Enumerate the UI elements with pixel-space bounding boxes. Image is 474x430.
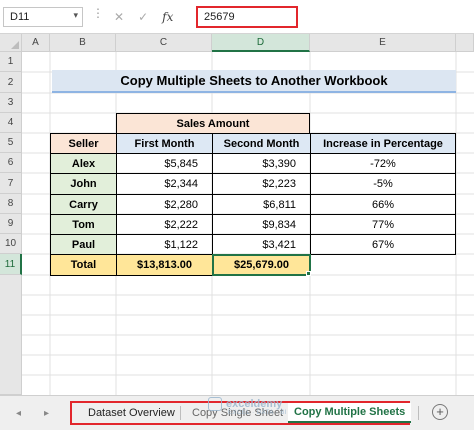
sheet-tab-bar: ◂ ▸ Dataset Overview Copy Single Sheet C… [0, 395, 474, 430]
row-header-5[interactable]: 5 [0, 133, 22, 153]
tab-copy-single-sheet[interactable]: Copy Single Sheet [186, 403, 289, 423]
cell-total-second-month[interactable]: $25,679.00 [212, 254, 311, 276]
column-header-d[interactable]: D [212, 34, 310, 52]
cell-increase[interactable]: 67% [310, 234, 456, 255]
cell-second-month[interactable]: $3,390 [212, 153, 311, 174]
fill-handle[interactable] [306, 271, 311, 276]
cell-increase[interactable]: -72% [310, 153, 456, 174]
row-header-8[interactable]: 8 [0, 194, 22, 214]
row-header-2[interactable]: 2 [0, 72, 22, 93]
cell-seller[interactable]: Paul [50, 234, 117, 255]
column-header-a[interactable]: A [22, 34, 50, 52]
cell-first-month[interactable]: $2,280 [116, 194, 213, 215]
cell-first-month[interactable]: $1,122 [116, 234, 213, 255]
cell-total-first-month[interactable]: $13,813.00 [116, 254, 213, 276]
cell-first-month[interactable]: $2,222 [116, 214, 213, 235]
insert-function-icon[interactable]: fx [162, 10, 173, 24]
row-header-11[interactable]: 11 [0, 254, 22, 275]
drag-handle-icon[interactable]: ⋮ [92, 7, 104, 19]
scroll-tabs-left-icon[interactable]: ◂ [16, 408, 21, 419]
name-box-value: D11 [10, 11, 30, 23]
cell-second-month[interactable]: $3,421 [212, 234, 311, 255]
formula-input[interactable]: 25679 [196, 6, 298, 28]
cell-increase[interactable]: 77% [310, 214, 456, 235]
formula-bar: D11 ▾ ⋮ ✕ ✓ fx 25679 [0, 0, 474, 34]
row-header-3[interactable]: 3 [0, 93, 22, 113]
header-increase[interactable]: Increase in Percentage [310, 133, 456, 154]
row-header-1[interactable]: 1 [0, 52, 22, 72]
cell-total-label[interactable]: Total [50, 254, 117, 276]
header-first-month[interactable]: First Month [116, 133, 213, 154]
header-second-month[interactable]: Second Month [212, 133, 311, 154]
column-header-c[interactable]: C [116, 34, 212, 52]
column-header-f[interactable] [456, 34, 474, 52]
row-header-blank [0, 275, 22, 395]
sheet-title: Copy Multiple Sheets to Another Workbook [52, 70, 456, 93]
select-all-button[interactable] [0, 34, 22, 52]
scroll-tabs-right-icon[interactable]: ▸ [44, 408, 49, 419]
cell-seller[interactable]: Alex [50, 153, 117, 174]
cell-seller[interactable]: John [50, 173, 117, 195]
tab-divider [418, 406, 419, 420]
tab-copy-multiple-sheets[interactable]: Copy Multiple Sheets [288, 403, 412, 423]
formula-controls: ✕ ✓ fx [108, 7, 173, 27]
sales-amount-header[interactable]: Sales Amount [116, 113, 310, 134]
cell-second-month[interactable]: $2,223 [212, 173, 311, 195]
tab-divider [180, 406, 181, 420]
row-header-4[interactable]: 4 [0, 113, 22, 133]
cell-seller[interactable]: Carry [50, 194, 117, 215]
row-header-9[interactable]: 9 [0, 214, 22, 234]
tab-dataset-overview[interactable]: Dataset Overview [82, 403, 181, 423]
row-header-6[interactable]: 6 [0, 153, 22, 173]
row-header-10[interactable]: 10 [0, 234, 22, 254]
name-box[interactable]: D11 ▾ [3, 7, 83, 27]
cell-second-month[interactable]: $9,834 [212, 214, 311, 235]
cell-first-month[interactable]: $2,344 [116, 173, 213, 195]
column-header-b[interactable]: B [50, 34, 116, 52]
cell-first-month[interactable]: $5,845 [116, 153, 213, 174]
header-seller[interactable]: Seller [50, 133, 117, 154]
enter-icon[interactable]: ✓ [138, 10, 148, 24]
row-header-7[interactable]: 7 [0, 173, 22, 194]
cell-increase[interactable]: -5% [310, 173, 456, 195]
chevron-down-icon[interactable]: ▾ [73, 10, 78, 21]
column-header-e[interactable]: E [310, 34, 456, 52]
cancel-icon[interactable]: ✕ [114, 10, 124, 24]
add-sheet-icon[interactable]: + [432, 404, 448, 420]
cell-seller[interactable]: Tom [50, 214, 117, 235]
cell-increase[interactable]: 66% [310, 194, 456, 215]
cell-second-month[interactable]: $6,811 [212, 194, 311, 215]
